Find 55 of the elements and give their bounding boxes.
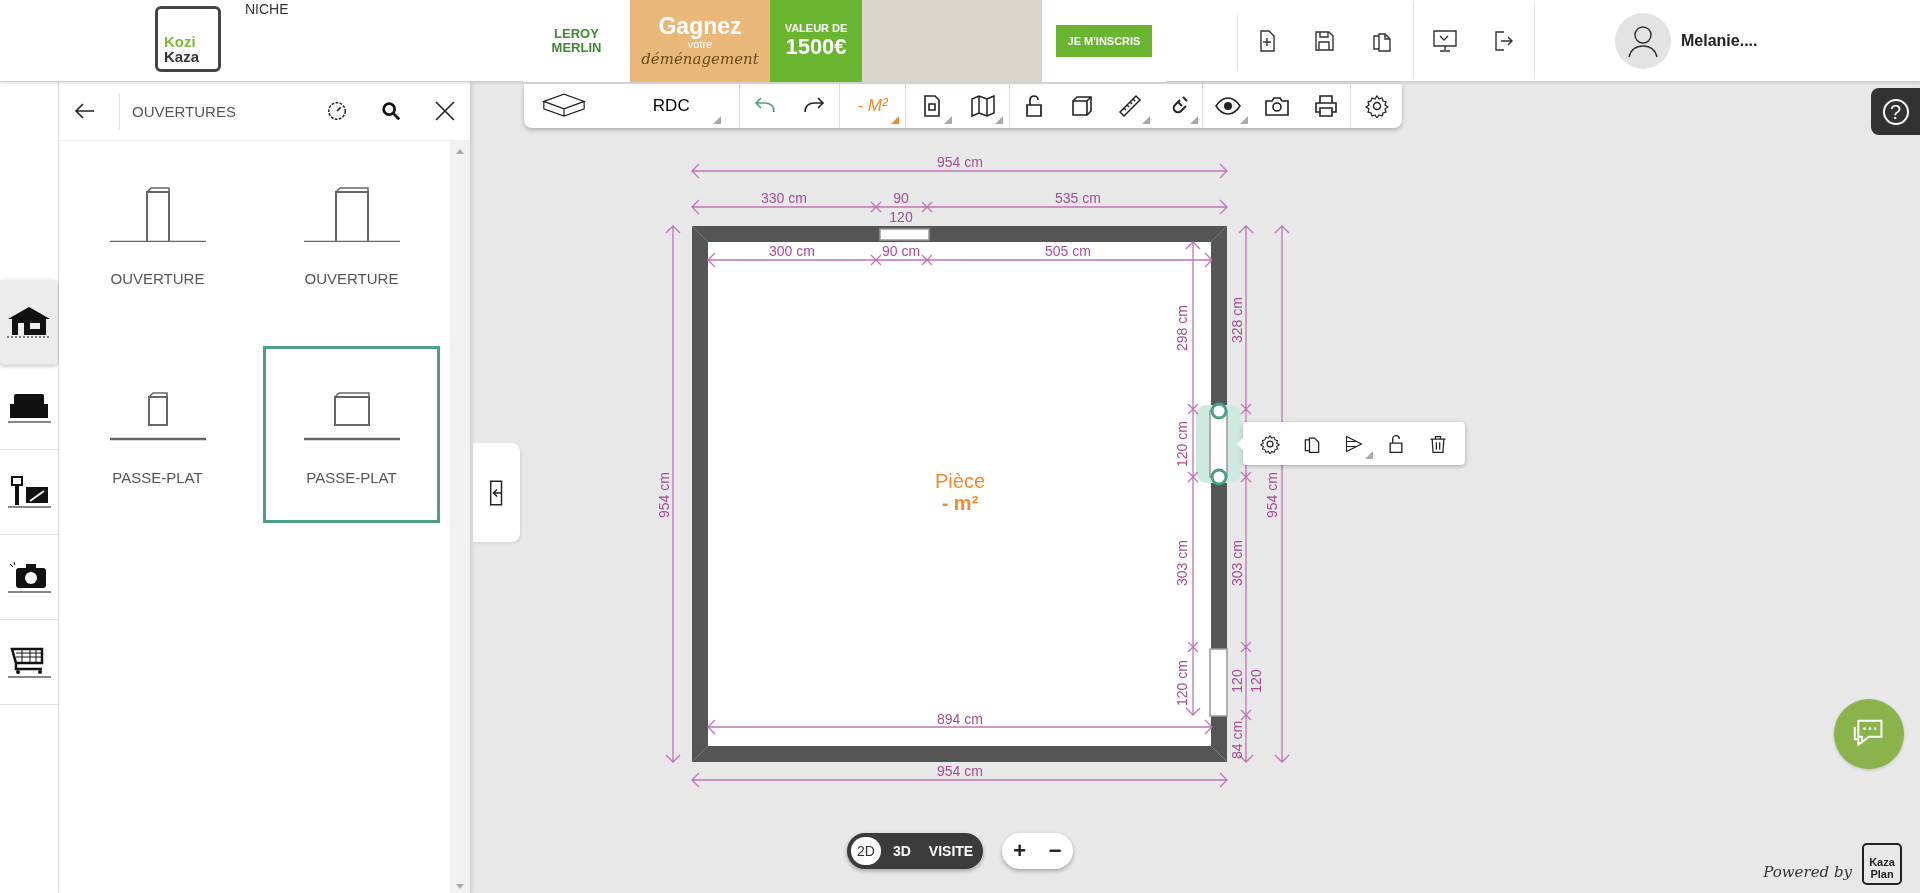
dimension-label: 954 cm	[1264, 472, 1280, 518]
dimension-label: 535 cm	[1055, 190, 1101, 206]
dimension-label: 90 cm	[881, 243, 921, 259]
dimension-label: 328 cm	[1229, 297, 1245, 343]
camera-icon	[6, 560, 52, 594]
dimension-label: 954 cm	[937, 763, 983, 779]
selected-opening[interactable]	[1196, 402, 1241, 486]
opening-item[interactable]: PASSE-PLAT	[69, 346, 246, 523]
dimension-label: 120	[1229, 669, 1245, 693]
ad-subline: votre	[687, 38, 713, 50]
value-badge: VALEUR DE 1500€	[770, 0, 862, 82]
dimension-label: 330 cm	[761, 190, 807, 206]
collapse-panel-button[interactable]	[473, 443, 520, 542]
powered-by-text: Powered by	[1763, 863, 1852, 881]
user-name[interactable]: Melanie....	[1681, 31, 1758, 50]
dimension-label: 954 cm	[937, 154, 983, 170]
dimension-label: 505 cm	[1045, 243, 1091, 259]
dimension-label: 298 cm	[1174, 305, 1190, 351]
brand-logo: LEROY MERLIN	[523, 0, 630, 82]
dimension-label: 954 cm	[656, 472, 672, 518]
level-dropdown[interactable]: RDC	[621, 86, 722, 126]
dimension-label: 90	[893, 190, 909, 206]
dimension-label: 303 cm	[1174, 540, 1190, 586]
opening[interactable]	[879, 228, 930, 241]
dimension-label: 120 cm	[1174, 660, 1190, 706]
view-mode-tab[interactable]: 2D	[851, 837, 881, 865]
opening-item[interactable]: OUVERTURE	[69, 147, 246, 324]
dimension-label: 894 cm	[937, 711, 983, 727]
lamp-and-frame-icon	[6, 475, 52, 509]
ad-banner[interactable]: LEROY MERLIN Gagnez votre déménagement VALEUR DE 1500€ JE M'INSCRIS	[523, 0, 1166, 82]
project-name: NICHE	[245, 1, 289, 17]
panel-title: OUVERTURES	[132, 102, 237, 120]
zoom-out-button[interactable]: −	[1041, 836, 1070, 866]
cart-icon	[6, 645, 52, 679]
dimension-label: 303 cm	[1229, 540, 1245, 586]
room-area: - m²	[941, 492, 979, 514]
avatar-icon[interactable]	[1615, 12, 1671, 69]
help-button[interactable]: ?	[1871, 88, 1920, 135]
opening-item[interactable]: OUVERTURE	[263, 147, 440, 324]
dimension-label: 120	[889, 209, 913, 225]
dimension-label: 120	[1248, 669, 1264, 693]
dimension-label: 84 cm	[1229, 720, 1245, 760]
dimension-label: 120 cm	[1174, 421, 1190, 467]
ad-script-text: déménagement	[641, 50, 759, 68]
category-tab[interactable]	[0, 280, 58, 365]
view-mode-tab[interactable]: VISITE	[922, 837, 980, 865]
dimension-label: 300 cm	[769, 243, 815, 259]
opening[interactable]	[1209, 648, 1228, 717]
zoom-in-button[interactable]: +	[1005, 836, 1034, 866]
view-mode-tab[interactable]: 3D	[886, 837, 917, 865]
scrollbar[interactable]	[450, 141, 470, 893]
house-icon	[6, 305, 52, 339]
kazaplan-logo[interactable]: Kaza Plan	[1862, 843, 1902, 885]
opening-item[interactable]: PASSE-PLAT	[263, 346, 440, 523]
kozikaza-logo[interactable]: Kozi Kaza	[155, 6, 221, 72]
